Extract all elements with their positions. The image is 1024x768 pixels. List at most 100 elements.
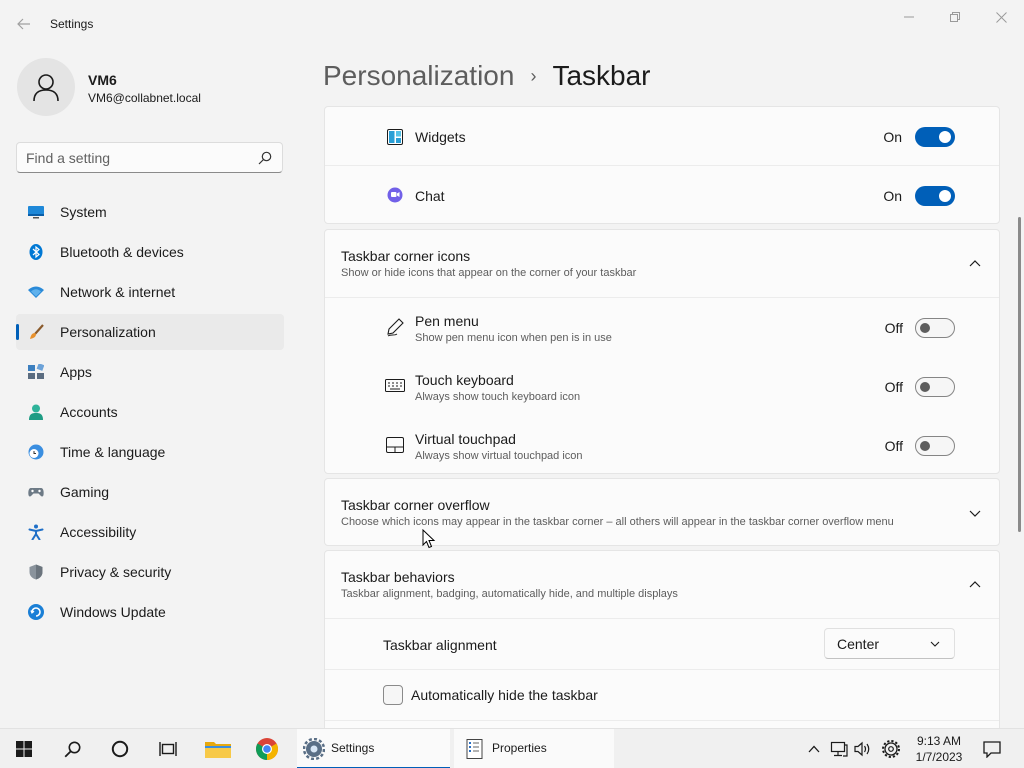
os-taskbar: Settings Properties 9:13 AM 1/7/2023 (0, 728, 1024, 768)
corner-overflow-title: Taskbar corner overflow (341, 497, 490, 513)
virtual-touchpad-row: Virtual touchpad Always show virtual tou… (325, 416, 999, 475)
update-icon (28, 604, 44, 620)
chrome-icon[interactable] (243, 729, 291, 768)
sidebar-item-label: Accessibility (60, 524, 137, 540)
pen-menu-state: Off (884, 320, 903, 336)
cortana-circle-icon[interactable] (96, 729, 144, 768)
touch-keyboard-row: Touch keyboard Always show touch keyboar… (325, 357, 999, 416)
chevron-down-icon[interactable] (969, 507, 981, 519)
chat-toggle[interactable] (915, 186, 955, 206)
search-box[interactable] (16, 142, 283, 173)
sidebar-item-accessibility[interactable]: Accessibility (16, 514, 284, 550)
pen-menu-label: Pen menu (415, 313, 479, 329)
notification-icon[interactable] (980, 729, 1004, 768)
clock[interactable]: 9:13 AM 1/7/2023 (906, 733, 972, 765)
clock-date: 1/7/2023 (915, 750, 963, 764)
task-view-icon[interactable] (144, 729, 192, 768)
sidebar-item-label: Accounts (60, 404, 118, 420)
corner-overflow-subtitle: Choose which icons may appear in the tas… (341, 516, 894, 528)
taskbar-app-settings[interactable]: Settings (297, 729, 450, 768)
behaviors-header[interactable]: Taskbar behaviors Taskbar alignment, bad… (325, 551, 999, 618)
sidebar-nav: System Bluetooth & devices Network & int… (16, 194, 284, 634)
divider (325, 720, 999, 721)
alignment-label: Taskbar alignment (383, 637, 497, 653)
sidebar-item-label: Personalization (60, 324, 156, 340)
shield-icon (29, 564, 43, 580)
sidebar-item-label: Time & language (60, 444, 166, 460)
touch-keyboard-sub: Always show touch keyboard icon (415, 391, 581, 403)
corner-icons-header[interactable]: Taskbar corner icons Show or hide icons … (325, 230, 999, 297)
breadcrumb-separator: › (530, 65, 537, 86)
network-icon[interactable] (828, 729, 850, 768)
clock-time: 9:13 AM (916, 734, 962, 748)
search-input[interactable] (26, 149, 246, 167)
scrollbar[interactable] (1018, 217, 1021, 532)
file-explorer-icon[interactable] (194, 729, 242, 768)
virtual-touchpad-label: Virtual touchpad (415, 431, 516, 447)
pen-icon (387, 318, 404, 337)
sidebar-item-apps[interactable]: Apps (16, 354, 284, 390)
bluetooth-icon (29, 244, 43, 260)
alignment-dropdown[interactable]: Center (824, 628, 955, 659)
virtual-touchpad-sub: Always show virtual touchpad icon (415, 450, 583, 462)
gamepad-icon (28, 488, 44, 497)
autohide-checkbox[interactable] (383, 685, 403, 705)
volume-icon[interactable] (851, 729, 875, 768)
sidebar-item-system[interactable]: System (16, 194, 284, 230)
windows-start-icon[interactable] (0, 729, 48, 768)
sidebar-item-gaming[interactable]: Gaming (16, 474, 284, 510)
sidebar-item-label: Network & internet (60, 284, 176, 300)
sidebar-item-bluetooth[interactable]: Bluetooth & devices (16, 234, 284, 270)
chat-row: Chat On (325, 166, 999, 225)
autohide-row: Automatically hide the taskbar (325, 670, 999, 720)
search-icon[interactable] (258, 151, 272, 165)
wifi-icon (28, 286, 44, 298)
sidebar-item-label: System (60, 204, 107, 220)
user-email: VM6@collabnet.local (88, 91, 201, 105)
sidebar-item-time-language[interactable]: Time & language (16, 434, 284, 470)
back-arrow-icon[interactable] (12, 12, 36, 36)
taskbar-app-label: Properties (492, 741, 547, 755)
sidebar-item-accounts[interactable]: Accounts (16, 394, 284, 430)
virtual-touchpad-toggle[interactable] (915, 436, 955, 456)
toggle-knob (920, 323, 930, 333)
minimize-icon[interactable] (886, 6, 932, 28)
widgets-toggle[interactable] (915, 127, 955, 147)
chevron-down-icon (930, 641, 940, 647)
title-bar: Settings (0, 0, 1024, 48)
sidebar-item-personalization[interactable]: Personalization (16, 314, 284, 350)
sidebar-item-label: Apps (60, 364, 92, 380)
accessibility-icon (28, 524, 44, 540)
toggle-knob (939, 131, 951, 143)
corner-icons-title: Taskbar corner icons (341, 248, 471, 264)
avatar[interactable] (17, 58, 75, 116)
touch-keyboard-label: Touch keyboard (415, 372, 514, 388)
sidebar-item-windows-update[interactable]: Windows Update (16, 594, 284, 630)
search-icon[interactable] (48, 729, 96, 768)
page-title: Taskbar (552, 60, 651, 91)
sidebar-item-privacy[interactable]: Privacy & security (16, 554, 284, 590)
sidebar-item-label: Privacy & security (60, 564, 172, 580)
settings-icon[interactable] (879, 729, 903, 768)
chevron-up-icon[interactable] (804, 729, 824, 768)
touchpad-icon (386, 437, 404, 453)
user-name: VM6 (88, 72, 117, 88)
chevron-up-icon[interactable] (969, 258, 981, 270)
chat-label: Chat (415, 188, 445, 204)
restore-icon[interactable] (932, 6, 978, 28)
sidebar-item-network[interactable]: Network & internet (16, 274, 284, 310)
chevron-up-icon[interactable] (969, 579, 981, 591)
pen-menu-toggle[interactable] (915, 318, 955, 338)
toggle-knob (920, 441, 930, 451)
taskbar-app-properties[interactable]: Properties (454, 729, 614, 768)
sidebar-item-label: Windows Update (60, 604, 166, 620)
pen-menu-row: Pen menu Show pen menu icon when pen is … (325, 298, 999, 357)
taskbar-items-card: Widgets On Chat On (324, 106, 1000, 224)
chat-state: On (883, 188, 902, 204)
touch-keyboard-toggle[interactable] (915, 377, 955, 397)
breadcrumb-parent[interactable]: Personalization (323, 60, 514, 92)
close-icon[interactable] (978, 6, 1024, 28)
widgets-state: On (883, 129, 902, 145)
toggle-knob (939, 190, 951, 202)
keyboard-icon (385, 379, 405, 392)
